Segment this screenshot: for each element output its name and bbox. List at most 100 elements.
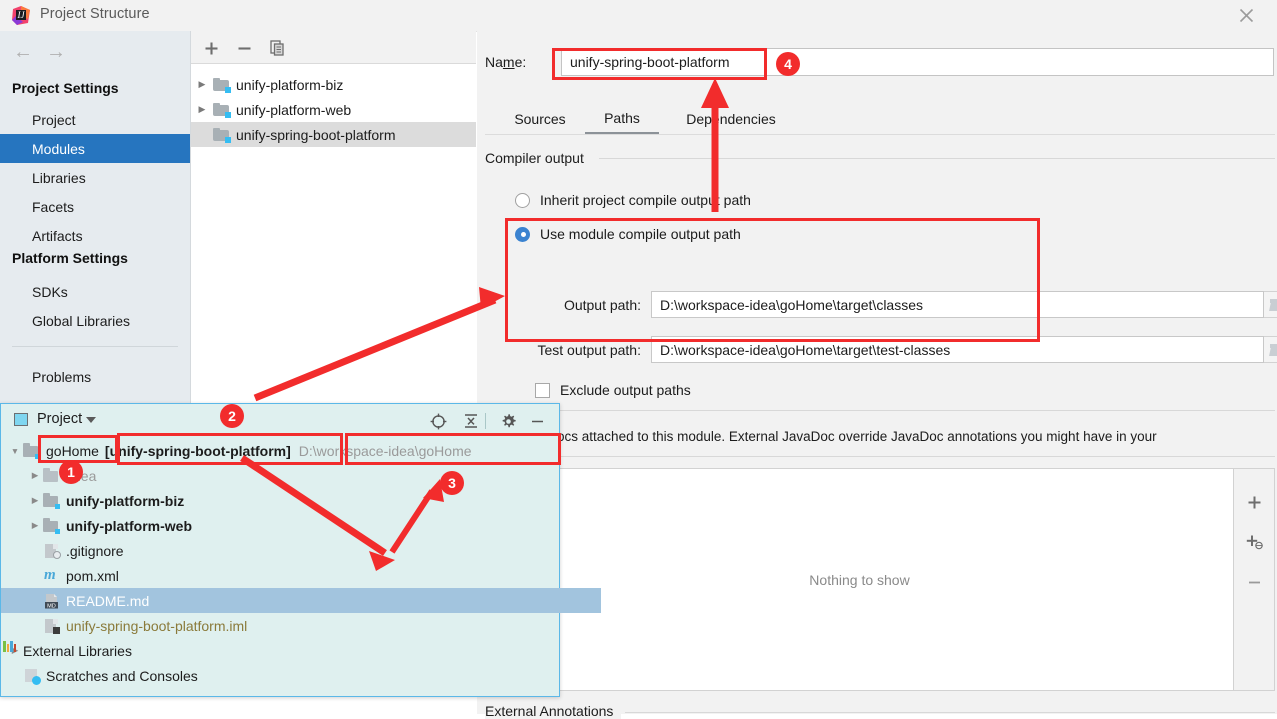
- tab-label: Sources: [514, 110, 566, 127]
- arrow-left-icon[interactable]: ←: [10, 41, 36, 65]
- module-row-selected[interactable]: unify-spring-boot-platform: [191, 122, 476, 147]
- module-label: unify-spring-boot-platform: [236, 126, 396, 143]
- add-javadoc-button[interactable]: [1234, 485, 1274, 519]
- module-row[interactable]: ▶ unify-platform-biz: [191, 72, 476, 97]
- sidebar-item-problems[interactable]: Problems: [0, 362, 190, 391]
- sidebar-group-platform-settings: Platform Settings: [12, 250, 128, 266]
- folder-browse-icon: [1269, 298, 1277, 311]
- sidebar-item-sdks[interactable]: SDKs: [0, 277, 190, 306]
- expand-arrow-icon[interactable]: ▶: [27, 520, 43, 531]
- tree-label: unify-platform-biz: [66, 492, 185, 509]
- tree-row[interactable]: m pom.xml: [1, 563, 601, 588]
- annotation-badge-1: 1: [59, 460, 83, 484]
- module-folder-icon: [43, 517, 61, 534]
- project-tool-window: Project ▼ goHome [unify-spring-boot-plat…: [0, 403, 601, 697]
- settings-sidebar: ← → Project Settings Project Modules Lib…: [0, 31, 191, 407]
- tab-sources[interactable]: Sources: [497, 103, 583, 134]
- project-tool-window-title: Project: [37, 411, 83, 427]
- tree-row[interactable]: ▶ .idea: [1, 463, 585, 488]
- close-icon[interactable]: [1225, 0, 1267, 31]
- test-output-path-input[interactable]: D:\workspace-idea\goHome\target\test-cla…: [651, 336, 1264, 363]
- modules-toolbar: [191, 31, 476, 63]
- tree-row[interactable]: .gitignore: [1, 538, 601, 563]
- expand-arrow-icon[interactable]: ▶: [191, 79, 213, 90]
- inherit-output-label: Inherit project compile output path: [540, 192, 751, 208]
- tree-row[interactable]: ▼ goHome [unify-spring-boot-platform] D:…: [1, 438, 565, 463]
- folder-browse-icon: [1269, 343, 1277, 356]
- intellij-idea-icon: IJ: [12, 6, 31, 25]
- module-folder-icon: [213, 127, 231, 143]
- sidebar-item-artifacts[interactable]: Artifacts: [0, 221, 190, 250]
- collapse-arrow-icon[interactable]: ▼: [7, 446, 23, 456]
- expand-arrow-icon[interactable]: ▶: [191, 104, 213, 115]
- javadoc-empty-text: Nothing to show: [809, 571, 910, 588]
- hide-panel-icon[interactable]: [525, 410, 549, 432]
- test-output-path-browse-button[interactable]: [1264, 336, 1277, 363]
- sidebar-item-label: Global Libraries: [32, 312, 131, 329]
- window-title: Project Structure: [40, 6, 150, 22]
- modules-panel: ▶ unify-platform-biz ▶ unify-platform-we…: [191, 31, 476, 408]
- add-module-button[interactable]: [199, 36, 223, 60]
- remove-module-button[interactable]: [232, 36, 256, 60]
- output-path-browse-button[interactable]: [1264, 291, 1277, 318]
- tabs-underline: [485, 134, 1275, 135]
- tree-row[interactable]: Scratches and Consoles: [1, 663, 581, 688]
- inherit-output-radio-row[interactable]: Inherit project compile output path: [515, 192, 751, 208]
- tree-row[interactable]: unify-spring-boot-platform.iml: [1, 613, 601, 638]
- tree-row-selected[interactable]: MD README.md: [1, 588, 601, 613]
- sidebar-item-project[interactable]: Project: [0, 105, 190, 134]
- annotation-badge-2: 2: [220, 404, 244, 428]
- copy-module-button[interactable]: [265, 36, 289, 60]
- arrow-right-icon[interactable]: →: [43, 41, 69, 65]
- tab-dependencies[interactable]: Dependencies: [661, 103, 801, 134]
- module-row[interactable]: ▶ unify-platform-web: [191, 97, 476, 122]
- annotation-badge-4: 4: [776, 52, 800, 76]
- output-path-value: D:\workspace-idea\goHome\target\classes: [660, 296, 924, 313]
- sidebar-item-label: Facets: [32, 198, 75, 215]
- project-structure-dialog: IJ Project Structure ← → Project Setting…: [0, 0, 1277, 719]
- sidebar-item-facets[interactable]: Facets: [0, 192, 190, 221]
- collapse-all-icon[interactable]: [459, 410, 483, 432]
- tree-row[interactable]: ▶ External Libraries: [1, 638, 565, 663]
- remove-javadoc-button[interactable]: [1234, 565, 1274, 599]
- expand-arrow-icon[interactable]: ▶: [27, 470, 43, 481]
- module-output-radio[interactable]: [515, 226, 530, 242]
- tree-label: Scratches and Consoles: [46, 667, 198, 684]
- output-path-row: Output path: D:\workspace-idea\goHome\ta…: [509, 291, 1277, 318]
- output-path-label: Output path:: [563, 296, 641, 313]
- tree-label: README.md: [66, 592, 150, 609]
- gear-icon[interactable]: [496, 410, 520, 432]
- test-output-path-label: Test output path:: [537, 341, 641, 358]
- inherit-output-radio[interactable]: [515, 192, 530, 208]
- module-folder-icon: [43, 492, 61, 509]
- tab-paths[interactable]: Paths: [585, 103, 659, 134]
- add-javadoc-url-button[interactable]: [1234, 525, 1274, 559]
- sidebar-item-label: Libraries: [32, 169, 86, 186]
- javadoc-section-rule-2: [485, 456, 1275, 457]
- module-name-input[interactable]: unify-spring-boot-platform: [561, 48, 1274, 76]
- sidebar-item-global-libraries[interactable]: Global Libraries: [0, 306, 190, 335]
- expand-arrow-icon[interactable]: ▶: [27, 495, 43, 506]
- chevron-down-icon[interactable]: [86, 417, 96, 423]
- tree-row[interactable]: ▶ unify-platform-web: [1, 513, 585, 538]
- sidebar-item-modules[interactable]: Modules: [0, 134, 190, 163]
- annotation-badge-3: 3: [440, 471, 464, 495]
- markdown-file-icon: MD: [43, 593, 61, 609]
- folder-icon: [23, 442, 41, 459]
- output-path-input[interactable]: D:\workspace-idea\goHome\target\classes: [651, 291, 1264, 318]
- tree-label: .gitignore: [66, 542, 124, 559]
- tree-row[interactable]: ▶ unify-platform-biz: [1, 488, 585, 513]
- sidebar-item-label: Problems: [32, 368, 92, 385]
- exclude-output-paths-checkbox[interactable]: [535, 382, 550, 398]
- exclude-output-paths-row[interactable]: Exclude output paths: [535, 382, 691, 398]
- tree-label: External Libraries: [23, 642, 132, 659]
- project-tool-window-header: Project: [1, 404, 559, 434]
- module-folder-icon: [213, 102, 231, 118]
- module-output-radio-row[interactable]: Use module compile output path: [515, 226, 741, 242]
- locate-file-icon[interactable]: [426, 410, 450, 432]
- sidebar-item-libraries[interactable]: Libraries: [0, 163, 190, 192]
- external-annotations-rule: [625, 712, 1275, 713]
- module-label: unify-platform-biz: [236, 76, 344, 93]
- tree-label: pom.xml: [66, 567, 119, 584]
- javadoc-description: ernal JavaDocs attached to this module. …: [485, 429, 1157, 444]
